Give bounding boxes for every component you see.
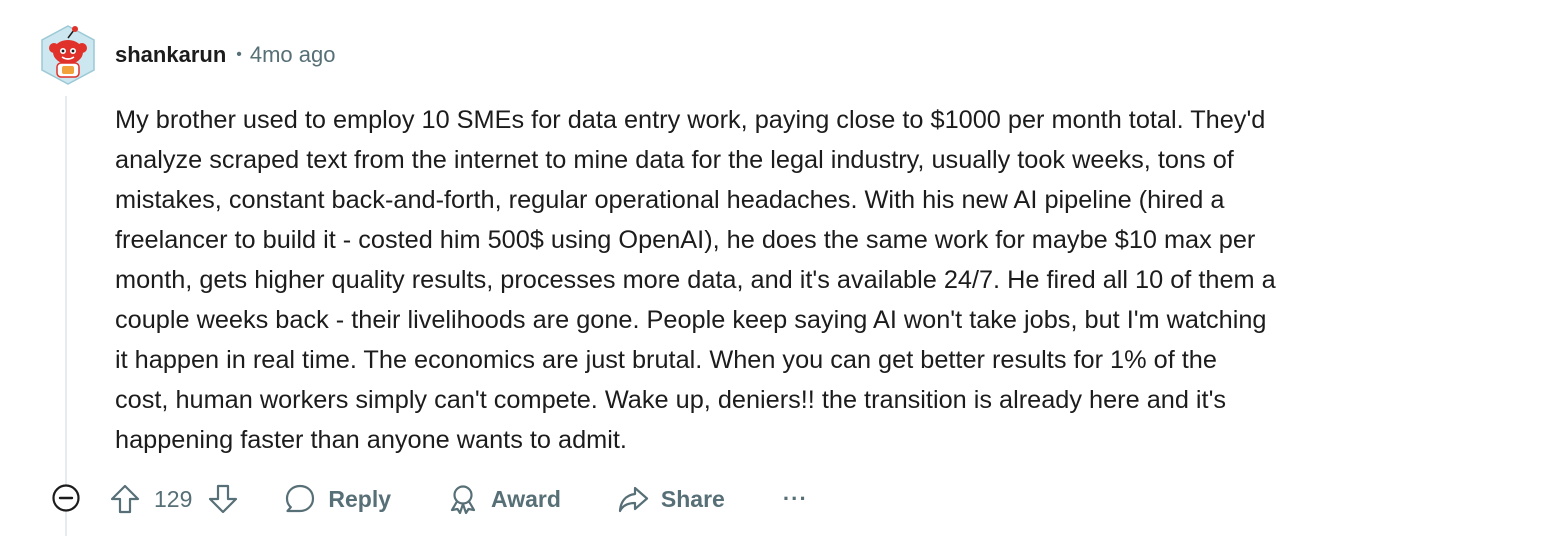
meta-separator: • <box>236 46 242 63</box>
comment-meta: shankarun • 4mo ago <box>115 40 336 70</box>
award-button[interactable]: Award <box>447 478 561 520</box>
arrow-down-icon <box>209 484 238 514</box>
vote-count: 129 <box>154 485 193 512</box>
author-name[interactable]: shankarun <box>115 42 226 68</box>
comment-actions: 129 Reply Award Share ··· <box>108 478 808 520</box>
reply-label: Reply <box>328 485 392 512</box>
award-label: Award <box>491 485 561 512</box>
downvote-button[interactable] <box>206 478 240 520</box>
snoo-avatar-icon <box>41 25 95 85</box>
share-arrow-icon <box>618 486 649 513</box>
speech-bubble-icon <box>286 484 315 513</box>
timestamp[interactable]: 4mo ago <box>250 42 336 68</box>
comment-body: My brother used to employ 10 SMEs for da… <box>115 106 1276 454</box>
thread-line[interactable] <box>65 96 67 536</box>
avatar[interactable] <box>38 24 98 86</box>
minus-circle-icon <box>52 484 80 512</box>
share-label: Share <box>660 485 725 512</box>
award-ribbon-icon <box>450 485 476 515</box>
more-options-button[interactable]: ··· <box>783 478 808 520</box>
upvote-button[interactable] <box>108 478 142 520</box>
reply-button[interactable]: Reply <box>284 478 391 520</box>
arrow-up-icon <box>110 484 140 514</box>
share-button[interactable]: Share <box>617 478 725 520</box>
collapse-button[interactable] <box>51 483 81 513</box>
more-options-icon: ··· <box>782 486 808 511</box>
